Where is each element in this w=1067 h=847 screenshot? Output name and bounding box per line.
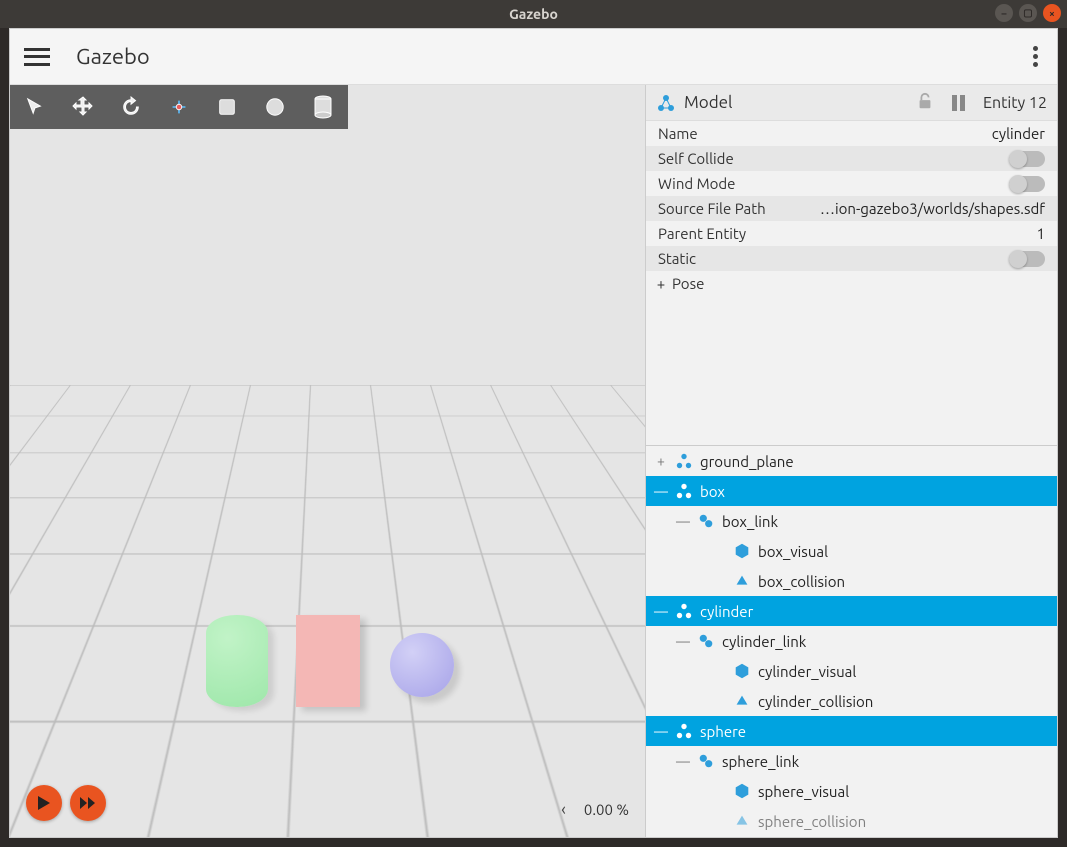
wind-mode-toggle[interactable] — [1009, 176, 1045, 192]
tree-node-cylinder-link[interactable]: — cylinder_link — [646, 626, 1057, 656]
tree-node-box-visual[interactable]: box_visual — [646, 536, 1057, 566]
maximize-button[interactable]: ▢ — [1019, 4, 1037, 22]
rotate-tool-button[interactable] — [114, 90, 148, 124]
hamburger-menu-button[interactable] — [24, 48, 50, 66]
rtf-percent-label: 0.00 % — [584, 801, 629, 818]
select-tool-button[interactable] — [18, 90, 52, 124]
entity-tree[interactable]: + ground_plane — box — box_link — [646, 445, 1057, 837]
self-collide-toggle[interactable] — [1009, 151, 1045, 167]
viewport-status: ‹ 0.00 % — [561, 800, 629, 819]
visual-icon — [732, 541, 752, 561]
model-icon — [674, 481, 694, 501]
app-title: Gazebo — [76, 44, 150, 69]
collision-icon — [732, 691, 752, 711]
prop-static: Static — [646, 246, 1057, 271]
lock-icon[interactable] — [916, 92, 934, 114]
prop-source-path-value: …ion-gazebo3/worlds/shapes.sdf — [808, 200, 1045, 217]
viewport-sphere-shape[interactable] — [390, 633, 454, 697]
tree-node-sphere-collision[interactable]: sphere_collision — [646, 806, 1057, 836]
app-window: Gazebo ‹ 0.00 % — [9, 28, 1058, 838]
close-button[interactable]: × — [1043, 4, 1061, 22]
prop-pose[interactable]: + Pose — [646, 271, 1057, 295]
viewport-grid — [10, 385, 645, 837]
prop-wind-mode: Wind Mode — [646, 171, 1057, 196]
model-icon — [674, 721, 694, 741]
model-icon — [674, 451, 694, 471]
pose-expand-icon[interactable]: + — [654, 275, 668, 292]
pause-inspector-button[interactable] — [952, 95, 965, 111]
3d-viewport[interactable]: ‹ 0.00 % — [10, 85, 645, 837]
viewport-toolbar — [10, 85, 348, 129]
tree-collapse-icon[interactable]: — — [676, 513, 690, 529]
viewport-box-shape[interactable] — [296, 615, 360, 707]
link-icon — [696, 511, 716, 531]
insert-cylinder-button[interactable] — [306, 90, 340, 124]
inspector-type-label: Model — [684, 93, 733, 112]
prop-name: Name cylinder — [646, 121, 1057, 146]
tree-collapse-icon[interactable]: — — [654, 603, 668, 619]
tree-node-cylinder-visual[interactable]: cylinder_visual — [646, 656, 1057, 686]
prop-self-collide: Self Collide — [646, 146, 1057, 171]
insert-box-button[interactable] — [210, 90, 244, 124]
model-icon — [656, 93, 676, 113]
tree-node-box-link[interactable]: — box_link — [646, 506, 1057, 536]
entity-id-label: Entity 12 — [983, 94, 1047, 112]
tree-collapse-icon[interactable]: — — [654, 723, 668, 739]
tree-node-cylinder[interactable]: — cylinder — [646, 596, 1057, 626]
visual-icon — [732, 781, 752, 801]
status-expand-icon[interactable]: ‹ — [561, 800, 566, 819]
window-titlebar: Gazebo – ▢ × — [0, 0, 1067, 28]
tree-collapse-icon[interactable]: — — [676, 633, 690, 649]
prop-parent-entity-value: 1 — [808, 225, 1045, 242]
translate-tool-button[interactable] — [66, 90, 100, 124]
play-button[interactable] — [26, 785, 62, 821]
tree-node-sphere-link[interactable]: — sphere_link — [646, 746, 1057, 776]
prop-parent-entity: Parent Entity 1 — [646, 221, 1057, 246]
collision-icon — [732, 811, 752, 831]
insert-sphere-button[interactable] — [258, 90, 292, 124]
tree-collapse-icon[interactable]: — — [654, 483, 668, 499]
model-icon — [674, 601, 694, 621]
step-forward-button[interactable] — [70, 785, 106, 821]
app-topbar: Gazebo — [10, 29, 1057, 85]
tree-expand-icon[interactable]: + — [654, 453, 668, 469]
transform-tool-button[interactable] — [162, 90, 196, 124]
minimize-button[interactable]: – — [995, 4, 1013, 22]
viewport-cylinder-shape[interactable] — [206, 615, 268, 707]
link-icon — [696, 751, 716, 771]
tree-node-box-collision[interactable]: box_collision — [646, 566, 1057, 596]
tree-collapse-icon[interactable]: — — [676, 753, 690, 769]
tree-node-ground-plane[interactable]: + ground_plane — [646, 446, 1057, 476]
prop-name-value: cylinder — [808, 125, 1045, 142]
static-toggle[interactable] — [1009, 251, 1045, 267]
playback-controls — [26, 785, 106, 821]
overflow-menu-button[interactable] — [1023, 39, 1047, 75]
inspector-panel: Model Entity 12 Name cylinder Self Colli… — [645, 85, 1057, 837]
tree-node-sphere[interactable]: — sphere — [646, 716, 1057, 746]
prop-source-path: Source File Path …ion-gazebo3/worlds/sha… — [646, 196, 1057, 221]
collision-icon — [732, 571, 752, 591]
visual-icon — [732, 661, 752, 681]
tree-node-cylinder-collision[interactable]: cylinder_collision — [646, 686, 1057, 716]
tree-node-sphere-visual[interactable]: sphere_visual — [646, 776, 1057, 806]
tree-node-box[interactable]: — box — [646, 476, 1057, 506]
link-icon — [696, 631, 716, 651]
window-title: Gazebo — [509, 6, 558, 22]
inspector-header: Model Entity 12 — [646, 85, 1057, 121]
